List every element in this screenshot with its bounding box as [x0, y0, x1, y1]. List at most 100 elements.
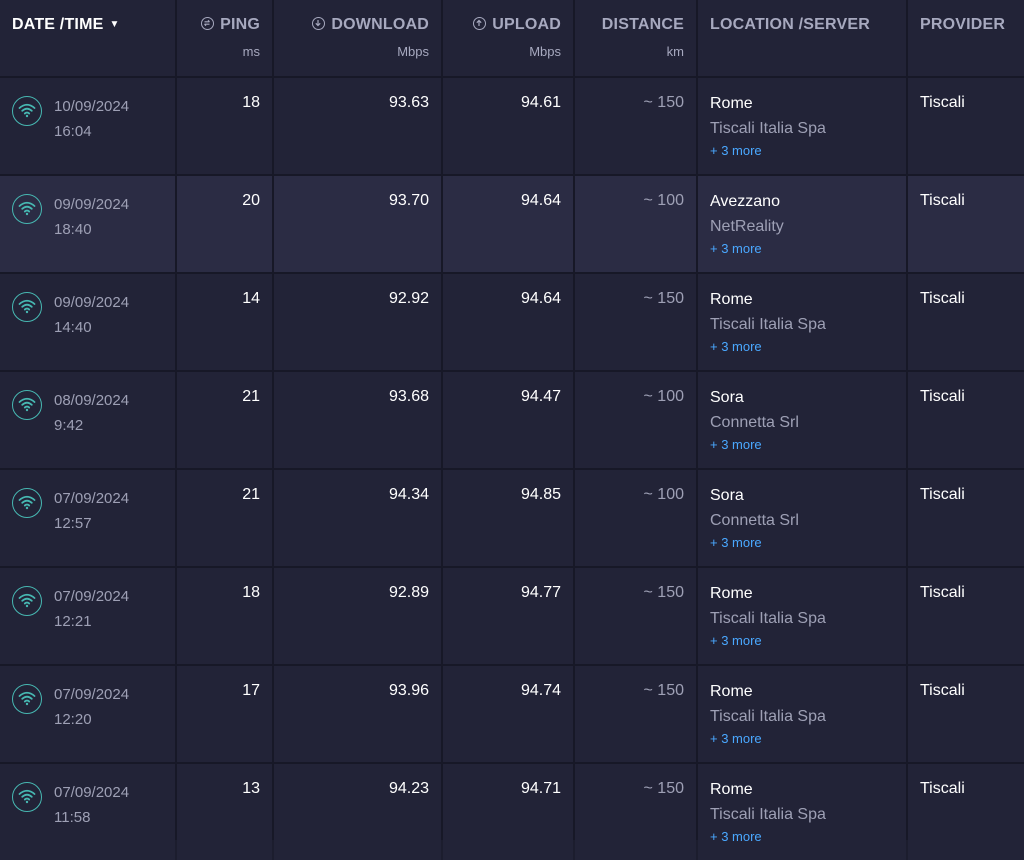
wifi-icon	[12, 292, 42, 322]
wifi-icon	[12, 586, 42, 616]
header-provider[interactable]: PROVIDER	[908, 0, 1024, 76]
city-text: Sora	[710, 389, 744, 406]
header-upload-unit: Mbps	[529, 44, 561, 59]
header-download[interactable]: DOWNLOAD Mbps	[274, 0, 441, 76]
server-text: Connetta Srl	[710, 414, 799, 431]
datetime-cell: 07/09/2024 12:57	[0, 470, 175, 566]
city-text: Rome	[710, 585, 753, 602]
provider-text: Tiscali	[908, 764, 1024, 860]
server-text: Tiscali Italia Spa	[710, 806, 826, 823]
datetime-cell: 10/09/2024 16:04	[0, 78, 175, 174]
header-upload-label[interactable]: UPLOAD	[492, 16, 561, 33]
date-text: 07/09/2024	[54, 686, 130, 703]
header-distance[interactable]: DISTANCE km	[575, 0, 696, 76]
upload-value: 94.47	[443, 372, 573, 468]
ping-value: 17	[177, 666, 272, 762]
location-cell: Sora Connetta Srl + 3 more	[698, 470, 906, 566]
time-text: 11:58	[54, 809, 91, 826]
more-servers-link[interactable]: + 3 more	[710, 437, 894, 452]
more-servers-link[interactable]: + 3 more	[710, 535, 894, 550]
download-value: 92.89	[274, 568, 441, 664]
ping-value: 21	[177, 372, 272, 468]
time-text: 16:04	[54, 123, 92, 140]
download-value: 93.68	[274, 372, 441, 468]
header-distance-label[interactable]: DISTANCE	[602, 16, 684, 33]
server-text: Tiscali Italia Spa	[710, 120, 826, 137]
header-provider-label[interactable]: PROVIDER	[920, 16, 1005, 33]
download-value: 93.63	[274, 78, 441, 174]
date-text: 10/09/2024	[54, 98, 130, 115]
date-text: 07/09/2024	[54, 588, 130, 605]
ping-value: 21	[177, 470, 272, 566]
upload-icon	[473, 17, 487, 30]
provider-text: Tiscali	[908, 666, 1024, 762]
header-ping-unit: ms	[242, 44, 260, 59]
upload-value: 94.74	[443, 666, 573, 762]
time-text: 12:21	[54, 613, 92, 630]
more-servers-link[interactable]: + 3 more	[710, 633, 894, 648]
header-ping[interactable]: PING ms	[177, 0, 272, 76]
upload-value: 94.64	[443, 274, 573, 370]
time-text: 14:40	[54, 319, 92, 336]
date-text: 08/09/2024	[54, 392, 130, 409]
datetime-cell: 09/09/2024 14:40	[0, 274, 175, 370]
upload-value: 94.85	[443, 470, 573, 566]
more-servers-link[interactable]: + 3 more	[710, 241, 894, 256]
datetime-cell: 07/09/2024 12:20	[0, 666, 175, 762]
city-text: Rome	[710, 781, 753, 798]
more-servers-link[interactable]: + 3 more	[710, 731, 894, 746]
city-text: Rome	[710, 291, 753, 308]
distance-value: ~ 100	[575, 372, 696, 468]
wifi-icon	[12, 390, 42, 420]
header-datetime[interactable]: DATE /TIME ▼	[0, 0, 175, 76]
more-servers-link[interactable]: + 3 more	[710, 339, 894, 354]
wifi-icon	[12, 488, 42, 518]
location-cell: Rome Tiscali Italia Spa + 3 more	[698, 764, 906, 860]
wifi-icon	[12, 194, 42, 224]
header-location-label[interactable]: LOCATION /SERVER	[710, 16, 870, 33]
location-cell: Rome Tiscali Italia Spa + 3 more	[698, 568, 906, 664]
wifi-icon	[12, 96, 42, 126]
download-value: 93.70	[274, 176, 441, 272]
more-servers-link[interactable]: + 3 more	[710, 829, 894, 844]
ping-value: 14	[177, 274, 272, 370]
ping-value: 18	[177, 568, 272, 664]
distance-value: ~ 150	[575, 78, 696, 174]
provider-text: Tiscali	[908, 274, 1024, 370]
datetime-cell: 08/09/2024 9:42	[0, 372, 175, 468]
distance-value: ~ 100	[575, 176, 696, 272]
header-upload[interactable]: UPLOAD Mbps	[443, 0, 573, 76]
date-text: 09/09/2024	[54, 196, 130, 213]
header-location[interactable]: LOCATION /SERVER	[698, 0, 906, 76]
location-cell: Sora Connetta Srl + 3 more	[698, 372, 906, 468]
provider-text: Tiscali	[908, 470, 1024, 566]
server-text: Tiscali Italia Spa	[710, 708, 826, 725]
distance-value: ~ 100	[575, 470, 696, 566]
city-text: Rome	[710, 683, 753, 700]
server-text: NetReality	[710, 218, 784, 235]
header-download-label[interactable]: DOWNLOAD	[331, 16, 429, 33]
city-text: Sora	[710, 487, 744, 504]
upload-value: 94.61	[443, 78, 573, 174]
ping-icon	[201, 17, 215, 30]
provider-text: Tiscali	[908, 78, 1024, 174]
header-distance-unit: km	[666, 44, 684, 59]
more-servers-link[interactable]: + 3 more	[710, 143, 894, 158]
location-cell: Rome Tiscali Italia Spa + 3 more	[698, 274, 906, 370]
download-icon	[312, 17, 326, 30]
provider-text: Tiscali	[908, 176, 1024, 272]
time-text: 9:42	[54, 417, 84, 434]
caret-down-icon[interactable]: ▼	[109, 19, 119, 30]
wifi-icon	[12, 684, 42, 714]
date-text: 07/09/2024	[54, 490, 130, 507]
header-ping-label[interactable]: PING	[220, 16, 260, 33]
date-text: 07/09/2024	[54, 784, 130, 801]
distance-value: ~ 150	[575, 274, 696, 370]
location-cell: Rome Tiscali Italia Spa + 3 more	[698, 666, 906, 762]
header-datetime-label[interactable]: DATE /TIME	[12, 16, 103, 33]
time-text: 12:57	[54, 515, 92, 532]
header-download-unit: Mbps	[397, 44, 429, 59]
location-cell: Rome Tiscali Italia Spa + 3 more	[698, 78, 906, 174]
download-value: 92.92	[274, 274, 441, 370]
ping-value: 13	[177, 764, 272, 860]
